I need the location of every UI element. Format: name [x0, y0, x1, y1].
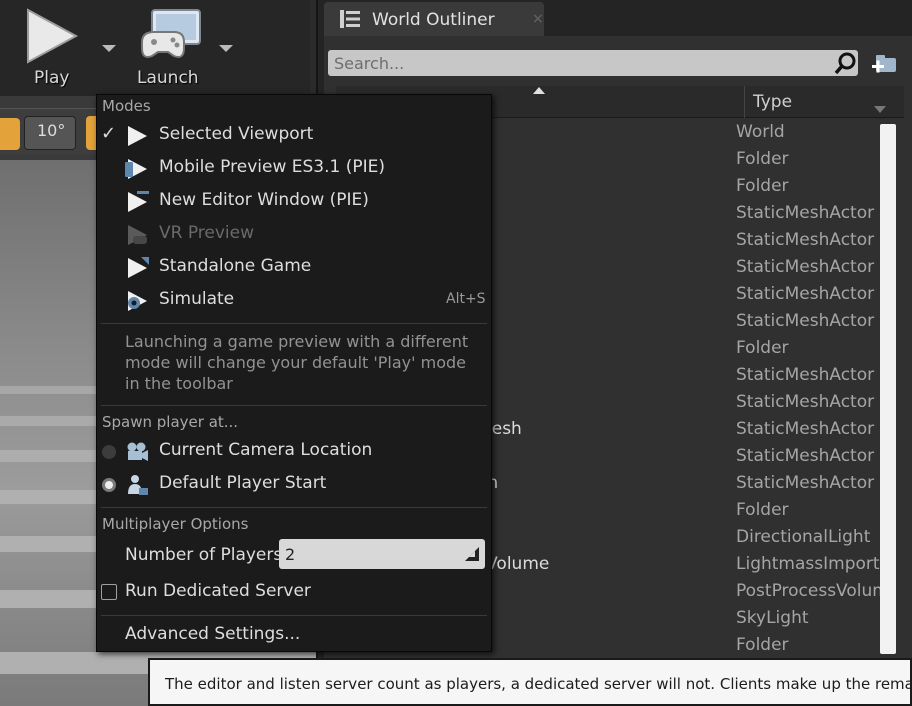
- menu-item-new-editor-window[interactable]: New Editor Window (PIE): [97, 186, 491, 216]
- outliner-row-type: World: [736, 122, 785, 142]
- mode-hint-text: Launching a game preview with a differen…: [125, 332, 469, 393]
- spawn-option-current-camera[interactable]: Current Camera Location: [97, 436, 491, 466]
- menu-item-label: Simulate: [159, 289, 235, 309]
- menu-item-vr-preview: VR Preview: [97, 219, 491, 249]
- gamepad-monitor-icon: [141, 9, 201, 58]
- search-box[interactable]: [328, 50, 858, 76]
- mobile-preview-icon: [125, 159, 147, 179]
- outliner-row-type: StaticMeshActor: [736, 311, 875, 331]
- multiplayer-header: Multiplayer Options: [102, 515, 249, 533]
- magnifier-icon[interactable]: [834, 51, 858, 75]
- outliner-row-type: StaticMeshActor: [736, 203, 875, 223]
- divider: [101, 405, 487, 406]
- outliner-row-type: LightmassImportar: [736, 554, 888, 574]
- shortcut-text: Alt+S: [446, 291, 486, 307]
- dedicated-server-checkbox[interactable]: [101, 584, 117, 600]
- outliner-row-type: StaticMeshActor: [736, 473, 875, 493]
- advanced-settings-item[interactable]: Advanced Settings...: [97, 620, 491, 650]
- number-of-players-label: Number of Players: [125, 545, 283, 565]
- outliner-row-type: StaticMeshActor: [736, 284, 875, 304]
- vr-preview-icon: [128, 225, 147, 245]
- outliner-row-type: StaticMeshActor: [736, 230, 875, 250]
- play-label: Play: [34, 68, 70, 88]
- list-icon: [340, 10, 360, 28]
- spin-resize-icon[interactable]: [465, 547, 479, 561]
- snap-toggle-button[interactable]: [0, 118, 20, 150]
- play-options-chevron-icon[interactable]: [102, 45, 116, 52]
- type-column-header[interactable]: Type: [744, 86, 904, 118]
- type-header-label: Type: [753, 92, 793, 112]
- outliner-row-type: Folder: [736, 176, 789, 196]
- tab-world-outliner[interactable]: World Outliner ×: [324, 2, 544, 36]
- search-input[interactable]: [334, 52, 814, 74]
- menu-item-label: Standalone Game: [159, 256, 312, 276]
- menu-item-label: Advanced Settings...: [125, 624, 301, 644]
- run-dedicated-server-option[interactable]: Run Dedicated Server: [97, 577, 491, 607]
- menu-item-mobile-preview[interactable]: Mobile Preview ES3.1 (PIE): [97, 153, 491, 183]
- divider: [101, 507, 487, 508]
- chevron-down-icon[interactable]: [873, 104, 887, 114]
- menu-item-selected-viewport[interactable]: ✓ Selected Viewport: [97, 120, 491, 150]
- sort-ascending-icon[interactable]: [532, 86, 546, 96]
- menu-item-label: New Editor Window (PIE): [159, 190, 369, 210]
- standalone-game-icon: [128, 257, 149, 278]
- number-of-players-input[interactable]: [285, 543, 455, 565]
- rotation-snap-dropdown[interactable]: 10°: [24, 116, 76, 150]
- spawn-header: Spawn player at...: [102, 413, 239, 431]
- launch-label: Launch: [137, 68, 199, 88]
- menu-item-label: Current Camera Location: [159, 440, 373, 460]
- outliner-row-type: PostProcessVolum: [736, 581, 888, 601]
- camera-icon: [127, 442, 148, 461]
- play-triangle-icon: [27, 8, 79, 64]
- outliner-row-type: StaticMeshActor: [736, 365, 875, 385]
- divider: [101, 323, 487, 324]
- rotation-snap-value: 10°: [37, 121, 66, 140]
- menu-item-label: Run Dedicated Server: [125, 581, 311, 601]
- tooltip: The editor and listen server count as pl…: [148, 658, 912, 706]
- main-toolbar: Play Launch: [0, 0, 310, 96]
- new-window-icon: [128, 191, 149, 212]
- play-button[interactable]: Play: [6, 0, 96, 96]
- menu-item-label: Selected Viewport: [159, 124, 314, 144]
- play-viewport-icon: [128, 126, 147, 146]
- spawn-option-default-player-start[interactable]: Default Player Start: [97, 469, 491, 499]
- outliner-row-type: StaticMeshActor: [736, 257, 875, 277]
- number-of-players-spinbox[interactable]: [279, 539, 485, 569]
- outliner-row-type: StaticMeshActor: [736, 446, 875, 466]
- menu-item-label: VR Preview: [159, 223, 255, 243]
- menu-item-label: Mobile Preview ES3.1 (PIE): [159, 157, 385, 177]
- outliner-row-type: Folder: [736, 635, 789, 655]
- menu-item-label: Default Player Start: [159, 473, 327, 493]
- outliner-row-type: Folder: [736, 338, 789, 358]
- play-options-menu: Modes ✓ Selected Viewport Mobile Preview…: [96, 94, 492, 652]
- player-start-icon: [128, 475, 148, 495]
- check-icon: ✓: [101, 123, 117, 144]
- outliner-row-type: StaticMeshActor: [736, 419, 875, 439]
- outliner-row-type: SkyLight: [736, 608, 809, 628]
- outliner-row-type: DirectionalLight: [736, 527, 871, 547]
- outliner-row-type: StaticMeshActor: [736, 392, 875, 412]
- outliner-row-type: Folder: [736, 149, 789, 169]
- radio-unselected[interactable]: [102, 445, 116, 459]
- menu-item-standalone-game[interactable]: Standalone Game: [97, 252, 491, 282]
- menu-item-simulate[interactable]: Simulate Alt+S: [97, 285, 491, 315]
- tab-title: World Outliner: [372, 10, 495, 30]
- launch-button[interactable]: Launch: [130, 0, 230, 96]
- outliner-row-type: Folder: [736, 500, 789, 520]
- simulate-icon: [128, 291, 147, 311]
- tooltip-text: The editor and listen server count as pl…: [165, 675, 912, 693]
- divider: [101, 615, 487, 616]
- modes-header: Modes: [102, 97, 151, 115]
- outliner-scrollbar[interactable]: [880, 124, 896, 654]
- launch-options-chevron-icon[interactable]: [219, 45, 233, 52]
- close-icon[interactable]: ×: [532, 11, 544, 27]
- radio-selected[interactable]: [102, 478, 116, 492]
- add-folder-icon[interactable]: [870, 50, 898, 76]
